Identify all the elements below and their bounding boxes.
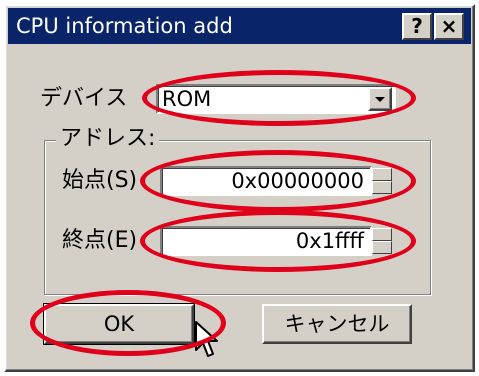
spin-down-icon[interactable] xyxy=(372,241,392,254)
ok-button[interactable]: OK xyxy=(43,303,195,345)
dropdown-arrow-glyph xyxy=(375,97,385,102)
window-title: CPU information add xyxy=(16,14,233,38)
cancel-button[interactable]: キャンセル xyxy=(262,304,412,344)
help-button[interactable]: ? xyxy=(402,13,432,40)
close-button[interactable]: × xyxy=(434,13,464,40)
end-address-input[interactable]: 0x1ffff xyxy=(160,226,372,256)
spin-down-icon[interactable] xyxy=(372,181,392,194)
spin-up-icon[interactable] xyxy=(372,168,392,181)
device-select-value: ROM xyxy=(162,87,212,111)
device-label: デバイス xyxy=(40,86,128,111)
address-group-label: アドレス: xyxy=(56,124,160,154)
end-address-spinner[interactable] xyxy=(372,228,392,254)
start-address-label: 始点(S) xyxy=(62,168,138,193)
spin-up-icon[interactable] xyxy=(372,228,392,241)
address-groupbox xyxy=(44,140,431,295)
start-address-input[interactable]: 0x00000000 xyxy=(160,166,372,196)
mouse-pointer-icon xyxy=(195,321,218,357)
end-address-value: 0x1ffff xyxy=(295,229,364,253)
start-address-value: 0x00000000 xyxy=(231,169,364,193)
start-address-spinner[interactable] xyxy=(372,168,392,194)
dropdown-arrow-icon[interactable] xyxy=(368,87,392,111)
device-select[interactable]: ROM xyxy=(156,84,396,114)
end-address-label: 終点(E) xyxy=(62,228,138,253)
